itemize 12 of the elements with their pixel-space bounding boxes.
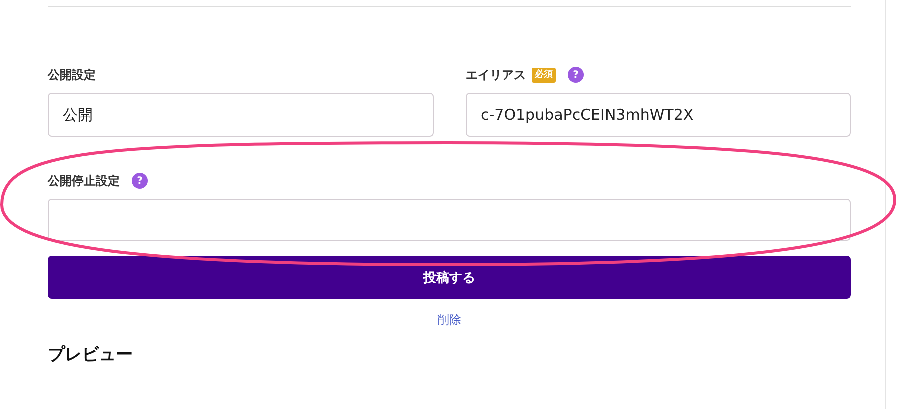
- input-field[interactable]: 公開: [48, 93, 434, 137]
- help-icon[interactable]: ?: [568, 67, 584, 83]
- field-label: エイリアス: [466, 66, 526, 84]
- field-label: 公開設定: [48, 66, 96, 84]
- help-icon[interactable]: ?: [132, 173, 148, 189]
- preview-heading: プレビュー: [48, 344, 134, 366]
- input-field[interactable]: c-7O1pubaPcCEIN3mhWT2X: [466, 93, 851, 137]
- field-label: 公開停止設定: [48, 172, 120, 190]
- required-badge: 必須: [532, 68, 556, 82]
- delete-link[interactable]: 削除: [438, 312, 462, 329]
- input-field[interactable]: [48, 199, 851, 241]
- submit-button[interactable]: 投稿する: [48, 256, 851, 299]
